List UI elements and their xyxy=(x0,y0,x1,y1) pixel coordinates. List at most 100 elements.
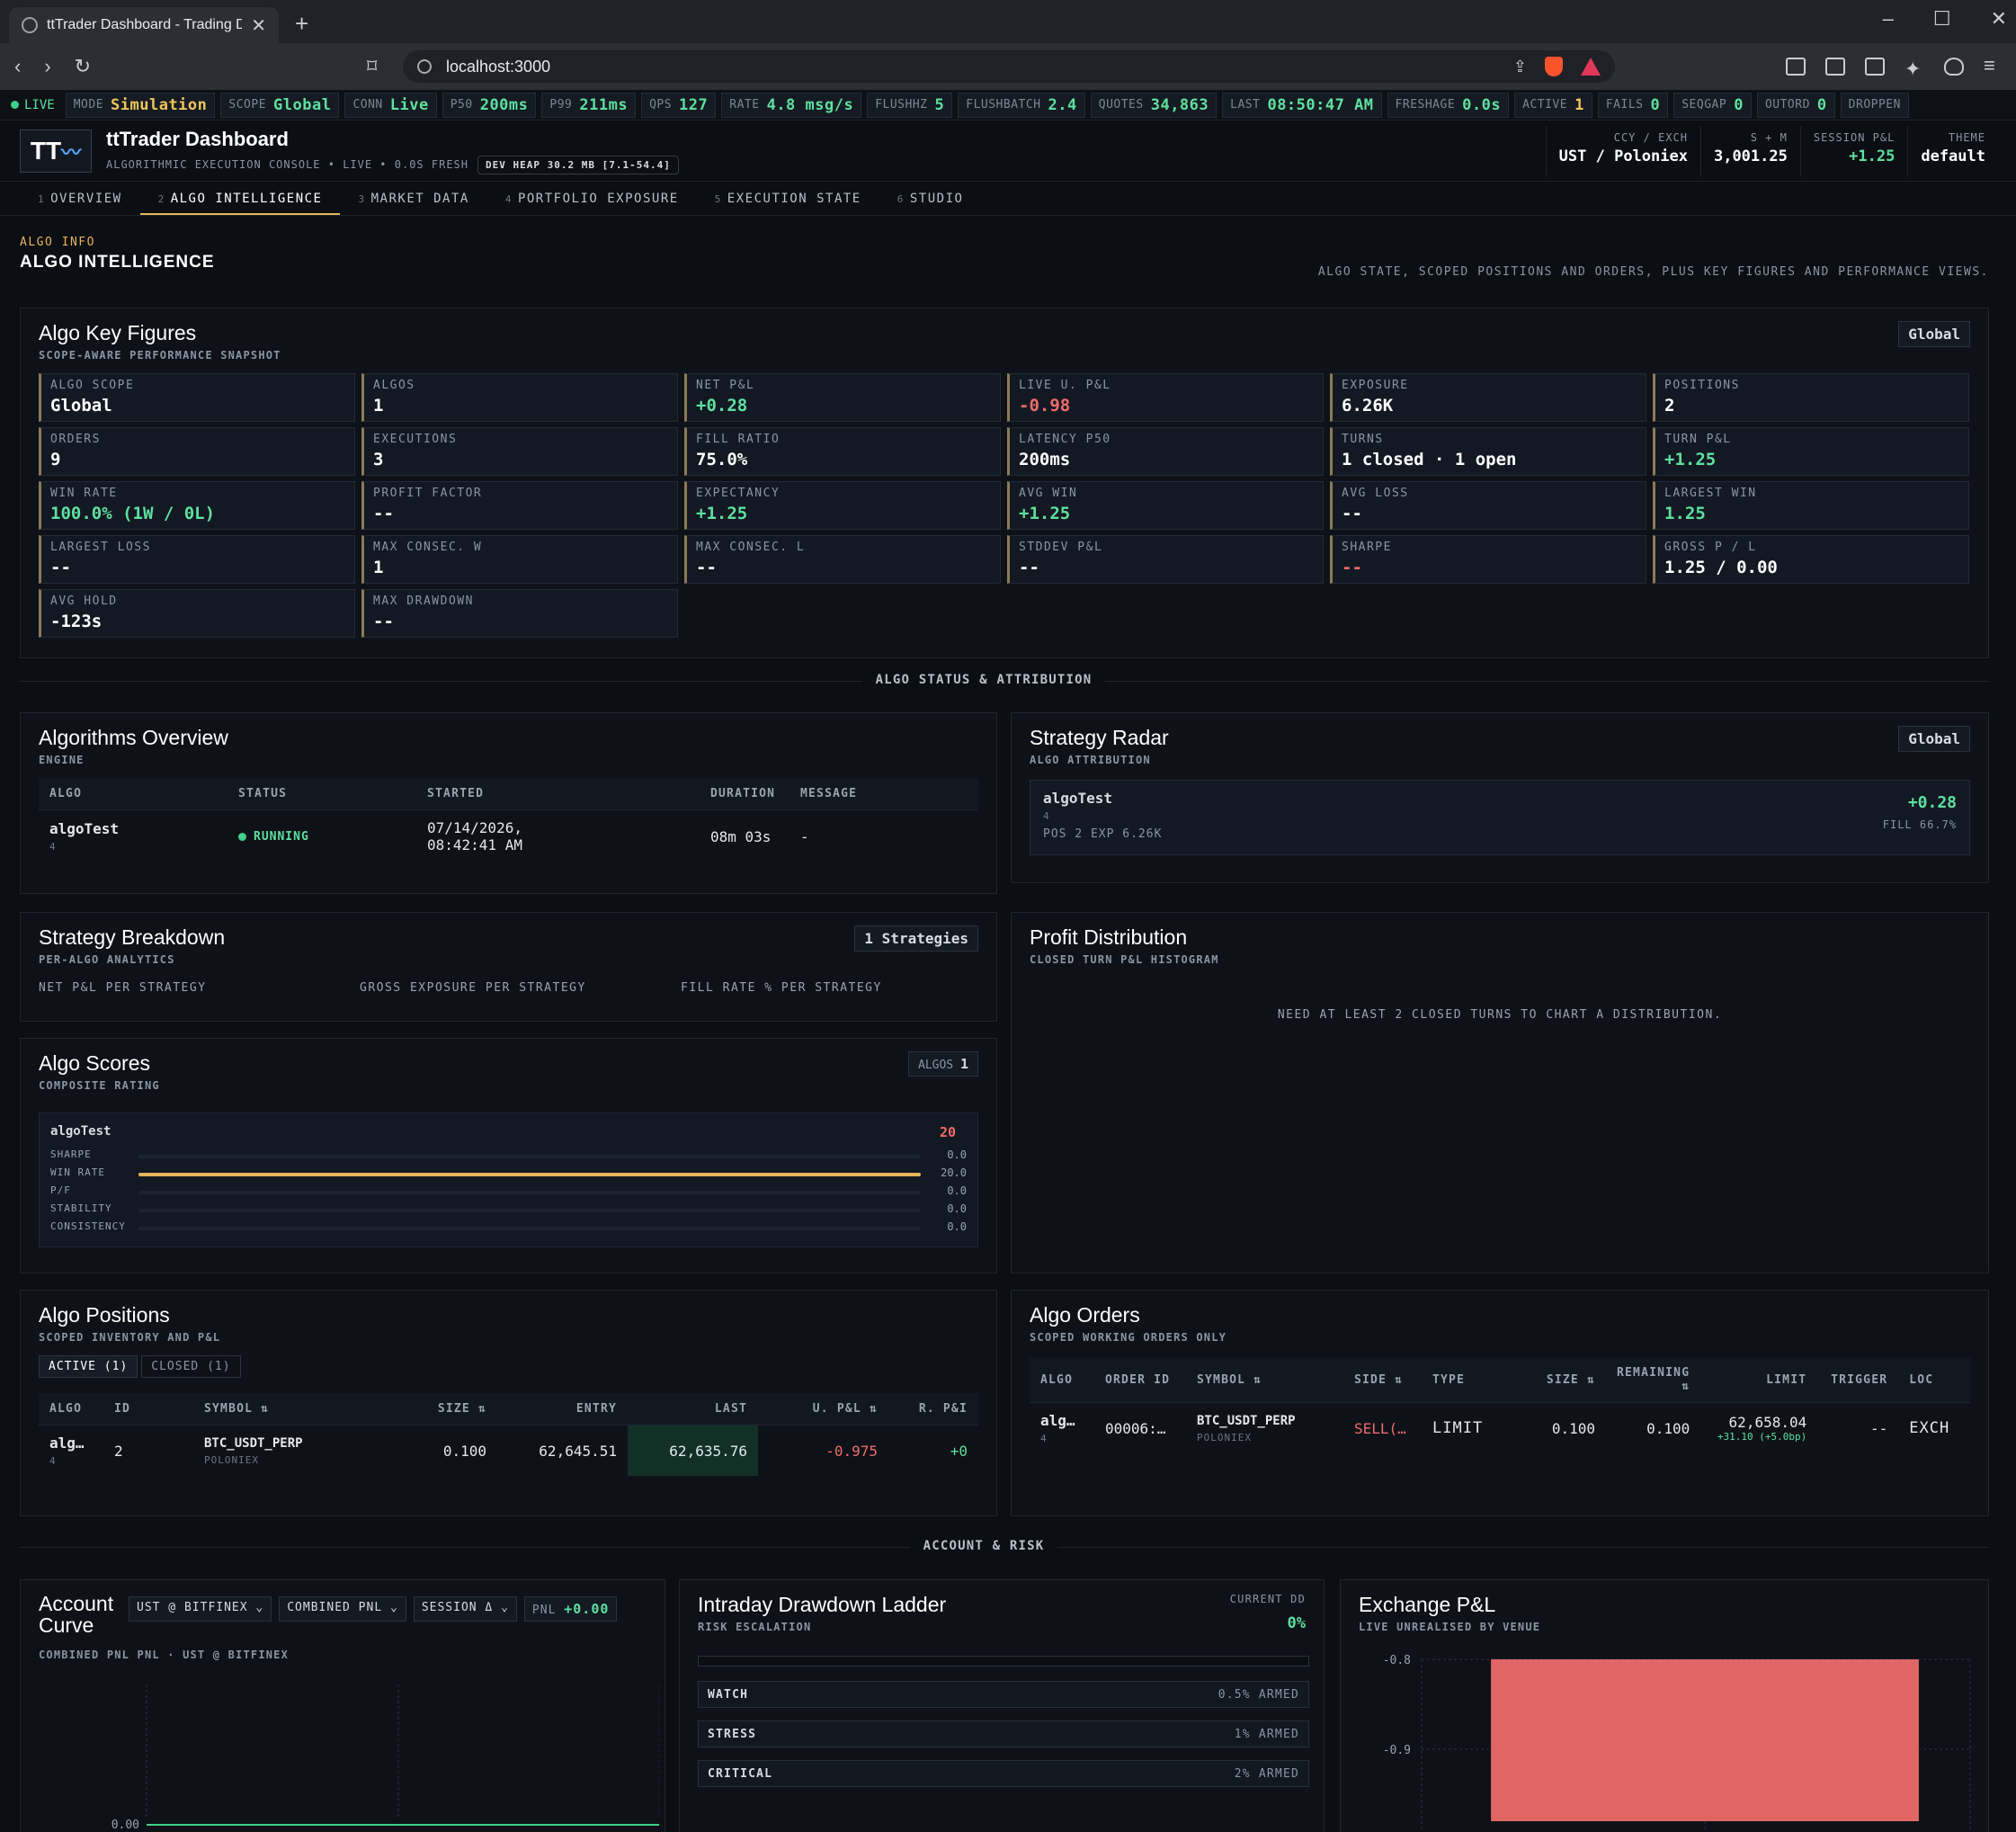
tab-overview[interactable]: 1 OVERVIEW xyxy=(20,182,140,215)
column-header[interactable]: MESSAGE xyxy=(789,778,978,810)
sidebar-icon[interactable] xyxy=(1825,58,1845,76)
table-row[interactable]: alg… 4 00006:… BTC_USDT_PERP POLONIEX SELL… xyxy=(1030,1403,1970,1454)
back-icon[interactable]: ‹ xyxy=(14,55,21,78)
chevron-down-icon: ⌄ xyxy=(389,1601,398,1614)
exchange-pnl-bar[interactable] xyxy=(1491,1659,1919,1821)
key-figure-label: ORDERS xyxy=(50,433,101,446)
key-figure-value: 6.26K xyxy=(1342,396,1394,416)
score-bar xyxy=(138,1155,921,1158)
new-tab-button[interactable]: + xyxy=(295,10,308,38)
share-icon[interactable]: ⇪ xyxy=(1513,58,1527,76)
algo-name: alg… xyxy=(49,1434,85,1452)
account-select[interactable]: UST @ BITFINEX ⌄ xyxy=(129,1596,272,1622)
tab-execution-state[interactable]: 5 EXECUTION STATE xyxy=(697,182,879,215)
panel-subtitle: SCOPED WORKING ORDERS ONLY xyxy=(1030,1331,1227,1344)
table-row[interactable]: alg… 4 2 BTC_USDT_PERP POLONIEX 0.100 62,6… xyxy=(39,1425,978,1476)
key-figure-card: ORDERS 9 xyxy=(39,427,355,476)
column-header[interactable]: SIZE ⇅ xyxy=(1534,1357,1606,1403)
column-header[interactable]: ID xyxy=(103,1393,193,1425)
screenshot-icon[interactable] xyxy=(1786,58,1806,76)
column-header[interactable]: DURATION xyxy=(700,778,789,810)
address-bar[interactable]: localhost:3000 ⇪ xyxy=(403,50,1615,83)
minimize-icon[interactable]: – xyxy=(1883,7,1894,31)
column-header[interactable]: SYMBOL ⇅ xyxy=(193,1393,393,1425)
column-header[interactable]: LIMIT xyxy=(1700,1357,1818,1403)
column-header[interactable]: ALGO xyxy=(1030,1357,1094,1403)
column-header[interactable]: SYMBOL ⇅ xyxy=(1186,1357,1343,1403)
range-select[interactable]: SESSION Δ ⌄ xyxy=(413,1596,517,1622)
tab-closed-positions[interactable]: CLOSED (1) xyxy=(141,1355,241,1378)
key-figure-label: POSITIONS xyxy=(1664,379,1740,392)
current-dd-value: 0% xyxy=(1287,1614,1306,1632)
column-header[interactable]: LAST xyxy=(628,1393,758,1425)
column-header[interactable]: STARTED xyxy=(416,778,700,810)
column-header[interactable]: ENTRY xyxy=(497,1393,628,1425)
panel-title: Profit Distribution xyxy=(1030,925,1188,949)
score-value: 0.0 xyxy=(947,1148,967,1161)
key-figure-label: LATENCY P50 xyxy=(1019,433,1111,446)
column-header[interactable]: ORDER ID xyxy=(1094,1357,1186,1403)
panel-title: Algo Orders xyxy=(1030,1303,1140,1327)
column-header[interactable]: U. P&L ⇅ xyxy=(758,1393,888,1425)
drawdown-rung-watch: WATCH 0.5% ARMED xyxy=(698,1681,1309,1708)
tab-portfolio-exposure[interactable]: 4 PORTFOLIO EXPOSURE xyxy=(487,182,697,215)
score-value: 0.0 xyxy=(947,1202,967,1215)
panel-title: Algo Scores xyxy=(39,1051,151,1075)
wallet-icon[interactable] xyxy=(1865,58,1885,76)
tab-algo-intelligence[interactable]: 2 ALGO INTELLIGENCE xyxy=(139,182,341,215)
column-header[interactable]: ALGO xyxy=(39,778,227,810)
key-figure-value: +1.25 xyxy=(696,504,748,523)
column-header[interactable]: ALGO xyxy=(39,1393,103,1425)
score-bar-fill xyxy=(138,1173,921,1176)
browser-tab[interactable]: ttTrader Dashboard - Trading Da ✕ xyxy=(9,7,279,43)
key-figure-label: AVG WIN xyxy=(1019,487,1078,500)
symbol: BTC_USDT_PERP xyxy=(1197,1413,1296,1428)
vpn-icon[interactable] xyxy=(1944,58,1964,76)
column-header[interactable]: TRIGGER xyxy=(1817,1357,1899,1403)
order-type: LIMIT xyxy=(1432,1419,1484,1437)
pnl-mode-select[interactable]: COMBINED PNL ⌄ xyxy=(279,1596,406,1622)
brave-rewards-icon[interactable] xyxy=(1581,58,1601,76)
radar-card[interactable]: algoTest 4 POS 2 EXP 6.26K +0.28 FILL 66… xyxy=(1030,780,1970,855)
tab-active-positions[interactable]: ACTIVE (1) xyxy=(39,1355,138,1378)
forward-icon[interactable]: › xyxy=(44,55,50,78)
venue: POLONIEX xyxy=(1197,1431,1252,1443)
position-id: 2 xyxy=(114,1442,123,1460)
column-header[interactable]: R. P&I xyxy=(888,1393,978,1425)
site-info-icon[interactable] xyxy=(417,59,432,74)
key-figure-card: LIVE U. P&L -0.98 xyxy=(1007,373,1324,422)
tab-studio[interactable]: 6 STUDIO xyxy=(879,182,982,215)
close-icon[interactable]: ✕ xyxy=(251,14,266,37)
scope-badge[interactable]: Global xyxy=(1898,321,1970,347)
maximize-icon[interactable]: ☐ xyxy=(1933,7,1951,31)
heap-badge: DEV HEAP 30.2 MB [7.1-54.4] xyxy=(477,155,679,174)
column-header[interactable]: LOC xyxy=(1898,1357,1970,1403)
key-figure-value: 200ms xyxy=(1019,450,1071,469)
column-header[interactable]: STATUS xyxy=(227,778,416,810)
column-header[interactable]: SIZE ⇅ xyxy=(393,1393,497,1425)
key-figure-label: ALGOS xyxy=(373,379,415,392)
panel-title: Strategy Breakdown xyxy=(39,925,226,949)
key-figure-value: Global xyxy=(50,396,112,416)
header-stat: THEME default xyxy=(1907,126,1998,176)
venue: POLONIEX xyxy=(204,1453,259,1466)
scope-badge[interactable]: Global xyxy=(1898,726,1970,752)
algo-orders-panel: Algo Orders SCOPED WORKING ORDERS ONLY A… xyxy=(1011,1290,1989,1516)
reload-icon[interactable]: ↻ xyxy=(75,55,91,78)
column-header[interactable]: REMAINING ⇅ xyxy=(1606,1357,1701,1403)
telemetry-chip-droppen: DROPPEN xyxy=(1840,92,1909,118)
close-window-icon[interactable]: ✕ xyxy=(1991,7,2007,31)
key-figure-label: MAX CONSEC. L xyxy=(696,541,806,554)
bookmark-icon[interactable]: ⌑ xyxy=(367,55,377,78)
column-header[interactable]: TYPE xyxy=(1422,1357,1534,1403)
table-row[interactable]: algoTest 4 RUNNING 07/14/2026, 08:42:41 AM… xyxy=(39,810,978,863)
column-header[interactable]: SIDE ⇅ xyxy=(1343,1357,1422,1403)
algo-id: 4 xyxy=(1043,810,1050,822)
leo-icon[interactable]: ✦ xyxy=(1904,58,1924,80)
menu-icon[interactable]: ≡ xyxy=(1984,56,2003,76)
brave-shield-icon[interactable] xyxy=(1545,57,1563,76)
tab-market-data[interactable]: 3 MARKET DATA xyxy=(340,182,486,215)
y-tick-label: -0.9 xyxy=(1383,1744,1411,1757)
key-figure-value: 1.25 xyxy=(1664,504,1706,523)
empty-state-message: NEED AT LEAST 2 CLOSED TURNS TO CHART A … xyxy=(1277,1008,1723,1022)
